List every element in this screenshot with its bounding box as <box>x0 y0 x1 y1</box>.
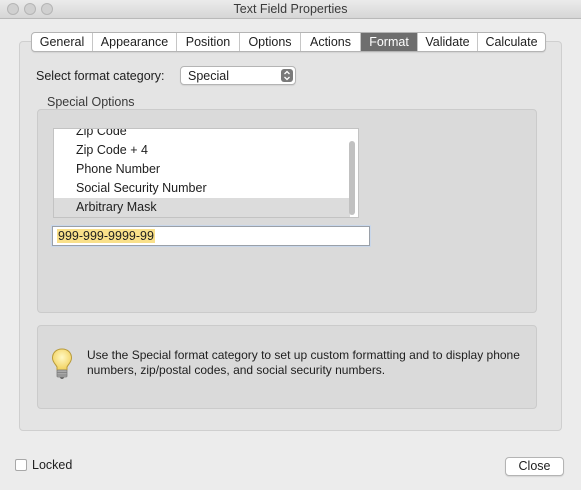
tab-format[interactable]: Format <box>361 33 418 51</box>
format-category-label: Select format category: <box>36 69 165 83</box>
tab-position[interactable]: Position <box>177 33 240 51</box>
tab-options[interactable]: Options <box>240 33 301 51</box>
locked-label[interactable]: Locked <box>32 458 72 472</box>
list-item-arbitrary-mask[interactable]: Arbitrary Mask <box>54 198 350 217</box>
tab-calculate[interactable]: Calculate <box>478 33 545 51</box>
list-item-phone-number[interactable]: Phone Number <box>54 160 350 179</box>
format-category-select[interactable]: Special <box>180 66 296 85</box>
window-title: Text Field Properties <box>233 2 348 16</box>
tab-appearance[interactable]: Appearance <box>93 33 177 51</box>
locked-checkbox[interactable] <box>15 459 27 471</box>
tab-general[interactable]: General <box>32 33 93 51</box>
list-scrollbar[interactable] <box>349 141 355 215</box>
special-options-list[interactable]: Zip Code Zip Code + 4 Phone Number Socia… <box>53 128 359 218</box>
arbitrary-mask-input[interactable]: 999-999-9999-99 <box>52 226 370 246</box>
arbitrary-mask-value: 999-999-9999-99 <box>57 229 155 243</box>
list-item-zip-code-plus-4[interactable]: Zip Code + 4 <box>54 141 350 160</box>
list-item-zip-code[interactable]: Zip Code <box>54 129 350 141</box>
format-category-value: Special <box>188 69 229 83</box>
title-bar: Text Field Properties <box>0 0 581 19</box>
tab-bar: General Appearance Position Options Acti… <box>31 32 546 52</box>
close-button[interactable]: Close <box>505 457 564 476</box>
tab-actions[interactable]: Actions <box>301 33 361 51</box>
lightbulb-icon <box>51 348 73 380</box>
tab-validate[interactable]: Validate <box>418 33 478 51</box>
list-item-ssn[interactable]: Social Security Number <box>54 179 350 198</box>
special-options-label: Special Options <box>47 95 135 109</box>
info-text: Use the Special format category to set u… <box>87 348 520 377</box>
chevron-updown-icon <box>281 69 293 82</box>
